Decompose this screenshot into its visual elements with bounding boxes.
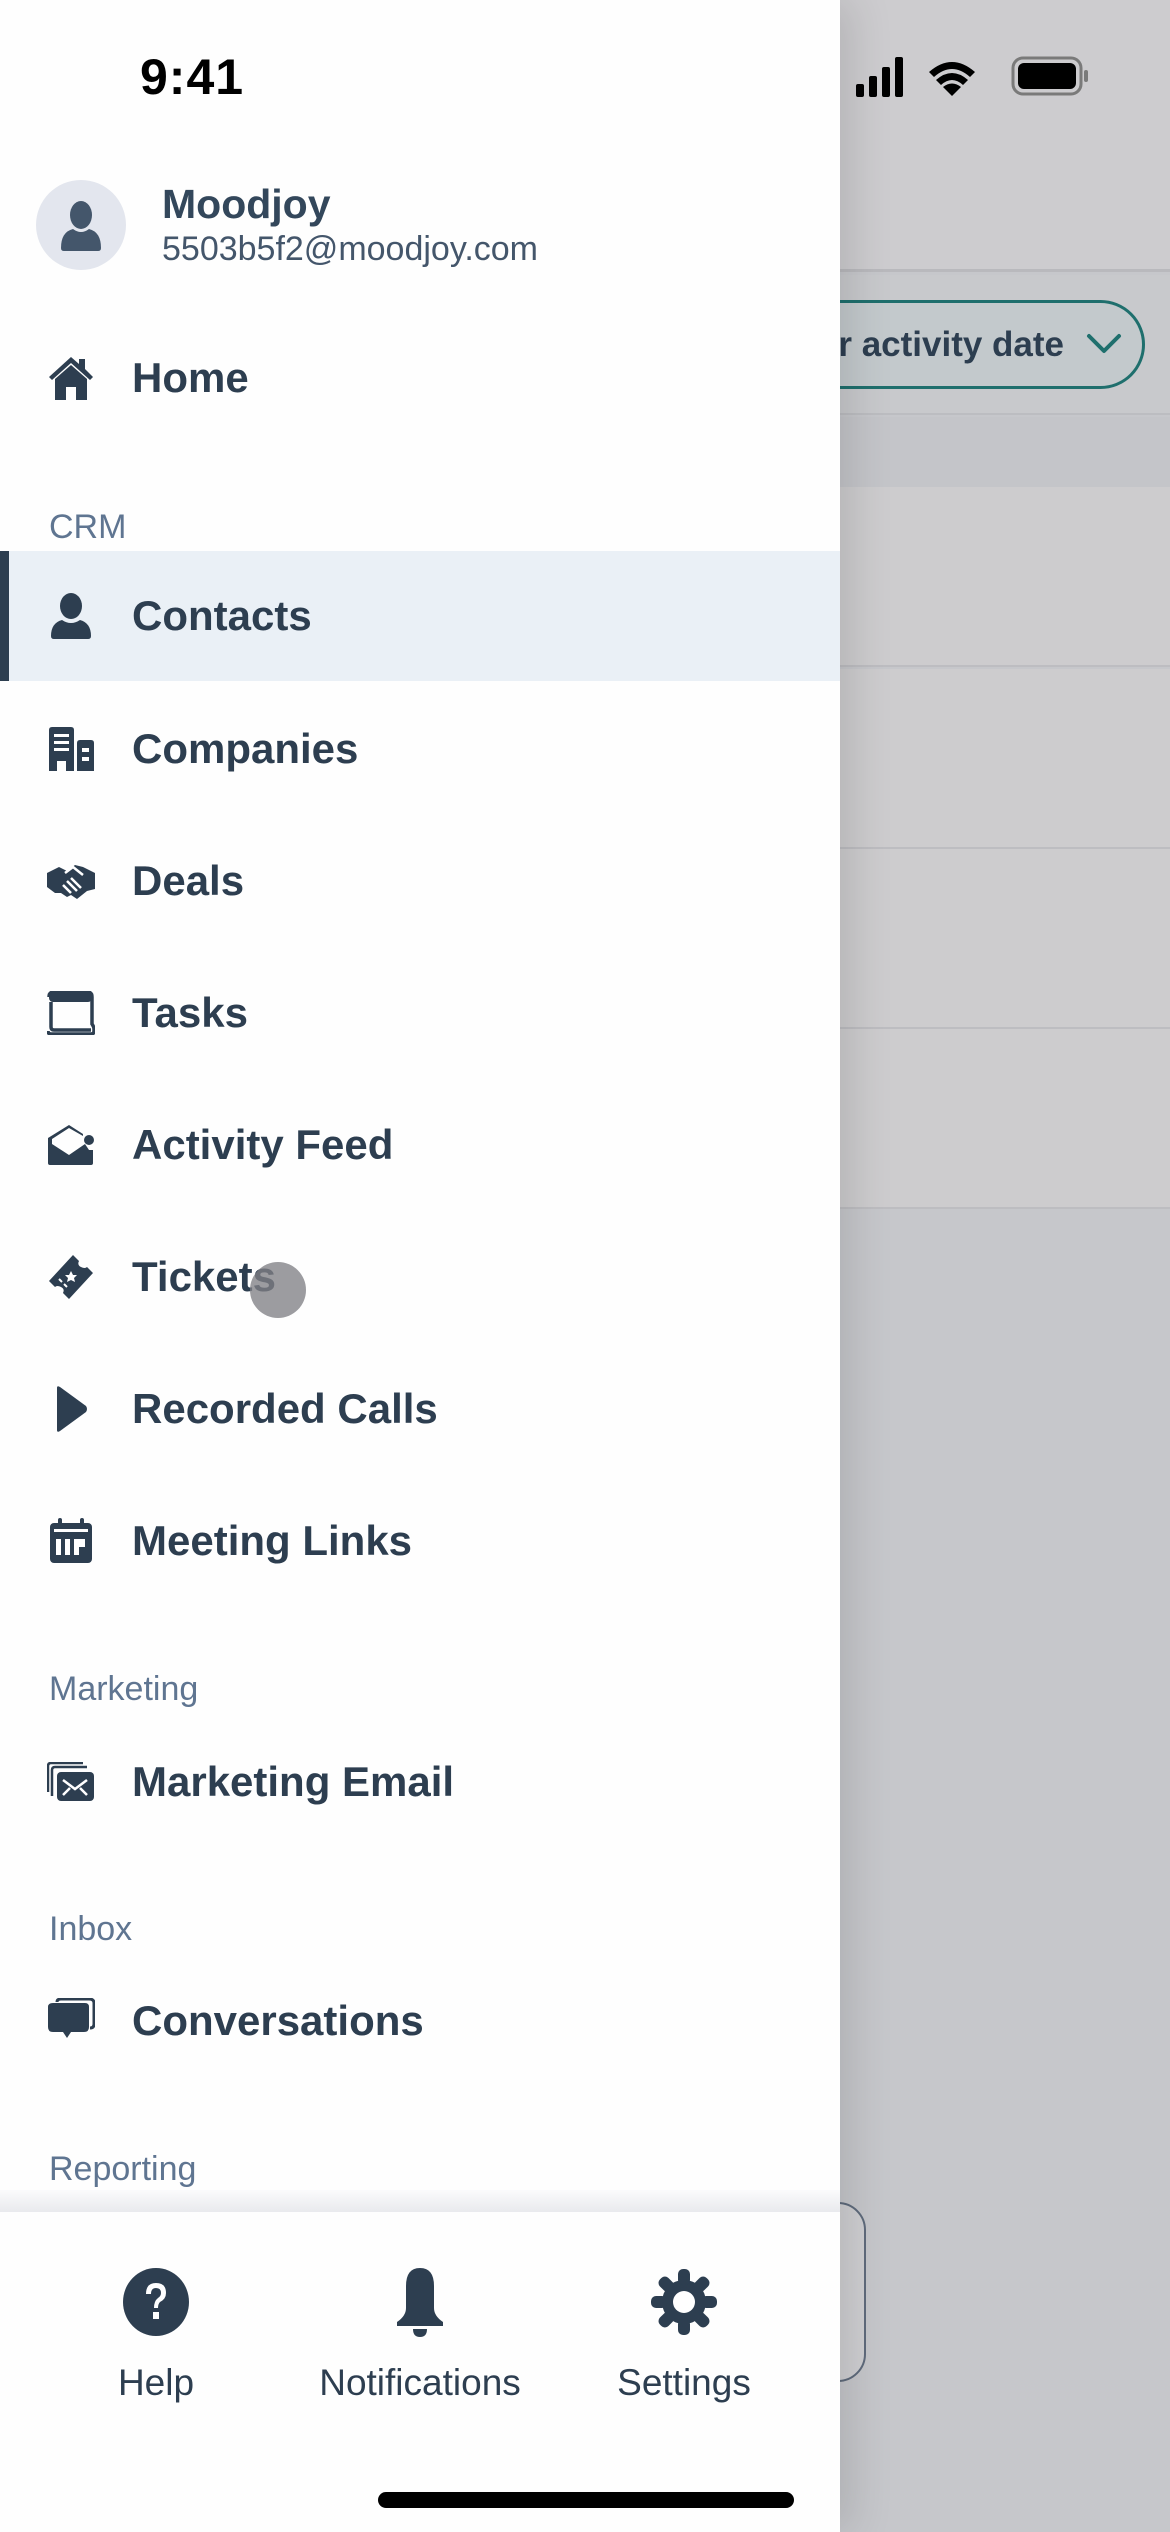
nav-item-conversations[interactable]: Conversations [0, 1956, 840, 2086]
nav-item-tickets[interactable]: Tickets [0, 1212, 840, 1342]
user-avatar-icon [61, 201, 101, 251]
nav-item-companies[interactable]: Companies [0, 684, 840, 814]
section-label-reporting: Reporting [49, 2150, 197, 2188]
nav-item-activity-feed[interactable]: Activity Feed [0, 1080, 840, 1210]
notifications-label: Notifications [319, 2362, 521, 2403]
nav-label: Recorded Calls [132, 1385, 438, 1432]
profile-header[interactable]: Moodjoy 5503b5f2@moodjoy.com [36, 180, 538, 270]
home-indicator[interactable] [378, 2492, 794, 2508]
nav-label: Marketing Email [132, 1758, 455, 1805]
section-label-crm: CRM [49, 508, 127, 546]
chat-bubbles-icon [46, 1996, 96, 2046]
activity-feed-icon [46, 1120, 96, 1170]
nav-item-tasks[interactable]: Tasks [0, 948, 840, 1078]
building-icon [46, 724, 96, 774]
nav-item-home[interactable]: Home [0, 313, 840, 443]
calendar-icon [46, 1516, 96, 1566]
settings-button[interactable]: Settings [564, 2262, 804, 2404]
profile-name: Moodjoy [162, 181, 331, 227]
wifi-icon [929, 62, 975, 96]
nav-label: Activity Feed [132, 1121, 394, 1168]
status-time: 9:41 [140, 49, 245, 105]
nav-label: Deals [132, 857, 245, 904]
help-circle-icon [116, 2262, 196, 2342]
drawer-scroll-fade [0, 2190, 840, 2214]
nav-label: Tasks [132, 989, 248, 1036]
home-icon [46, 353, 96, 403]
avatar [36, 180, 126, 270]
nav-label: Companies [132, 725, 359, 772]
profile-email: 5503b5f2@moodjoy.com [162, 230, 538, 268]
chevron-down-icon [1087, 334, 1121, 353]
battery-icon [1011, 56, 1088, 96]
section-label-inbox: Inbox [49, 1910, 133, 1948]
navigation-drawer: Moodjoy 5503b5f2@moodjoy.com Home CRM Co… [0, 0, 840, 2532]
nav-label: Meeting Links [132, 1517, 413, 1564]
sort-filter-label: r activity date [838, 324, 1064, 364]
handshake-icon [46, 856, 96, 906]
signal-icon [856, 57, 903, 97]
bell-icon [380, 2262, 460, 2342]
help-label: Help [117, 2362, 195, 2403]
task-card-icon [46, 988, 96, 1038]
status-icons [856, 56, 1088, 97]
section-label-marketing: Marketing [49, 1670, 199, 1708]
ticket-icon [46, 1252, 96, 1302]
nav-label: Home [132, 354, 249, 401]
contact-person-icon [46, 591, 96, 641]
notifications-button[interactable]: Notifications [300, 2262, 540, 2404]
touch-indicator [250, 1262, 306, 1318]
gear-icon [644, 2262, 724, 2342]
nav-item-recorded-calls[interactable]: Recorded Calls [0, 1344, 840, 1474]
nav-item-marketing-email[interactable]: Marketing Email [0, 1717, 840, 1847]
stacked-email-icon [46, 1757, 96, 1807]
play-icon [46, 1384, 96, 1434]
settings-label: Settings [617, 2362, 751, 2403]
nav-item-contacts[interactable]: Contacts [0, 551, 840, 681]
help-button[interactable]: Help [36, 2262, 276, 2404]
nav-item-meeting-links[interactable]: Meeting Links [0, 1476, 840, 1606]
nav-label: Contacts [132, 592, 312, 639]
nav-item-deals[interactable]: Deals [0, 816, 840, 946]
drawer-bottom-bar: Help Notifications Settings [0, 2212, 840, 2532]
nav-label: Conversations [132, 1997, 424, 2044]
